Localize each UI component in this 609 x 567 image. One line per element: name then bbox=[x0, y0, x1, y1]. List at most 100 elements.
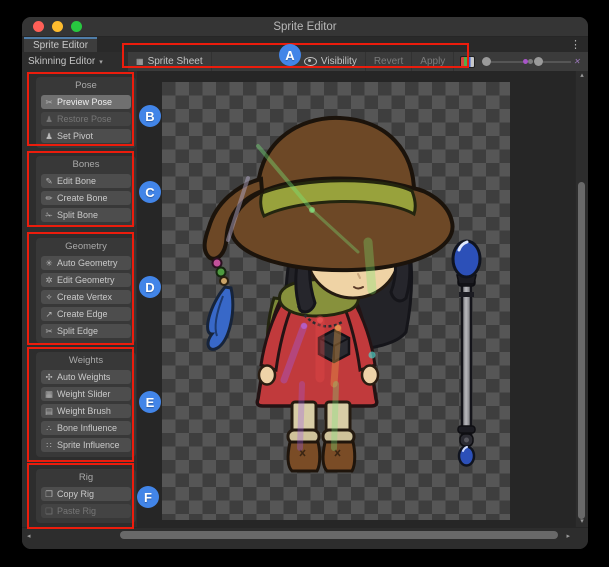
create-bone-icon: ✏ bbox=[44, 193, 54, 204]
slider-track[interactable] bbox=[543, 61, 571, 63]
create-vertex-icon: ✧ bbox=[44, 292, 54, 303]
scroll-down-icon[interactable]: ▾ bbox=[576, 518, 588, 526]
button-label: Set Pivot bbox=[57, 131, 93, 141]
button-label: Preview Pose bbox=[57, 97, 112, 107]
tool-sidebar: Pose ✂ Preview Pose ♟ Restore Pose ♟ Set… bbox=[22, 71, 137, 527]
chevron-down-icon: ▾ bbox=[99, 58, 103, 66]
toolbar-strip: ▦ Sprite Sheet Visibility Revert Apply bbox=[128, 52, 588, 71]
button-label: Restore Pose bbox=[57, 114, 112, 124]
edit-bone-icon: ✎ bbox=[44, 176, 54, 187]
button-label: Sprite Influence bbox=[57, 440, 120, 450]
bone-influence-icon: ∴ bbox=[44, 423, 54, 434]
button-label: Split Edge bbox=[57, 326, 98, 336]
button-label: Auto Weights bbox=[57, 372, 110, 382]
panel-title: Bones bbox=[36, 158, 136, 171]
zoom-window-button[interactable] bbox=[71, 21, 82, 32]
overlay-slider-zone: ✕ bbox=[454, 52, 588, 71]
copy-rig-button[interactable]: ❐ Copy Rig bbox=[41, 487, 131, 501]
auto-geometry-button[interactable]: ✳ Auto Geometry bbox=[41, 256, 131, 270]
vertical-scrollbar-thumb[interactable] bbox=[578, 182, 585, 519]
create-edge-button[interactable]: ↗ Create Edge bbox=[41, 307, 131, 321]
color-overlay-toggle-icon[interactable] bbox=[460, 56, 475, 68]
edit-bone-button[interactable]: ✎ Edit Bone bbox=[41, 174, 131, 188]
horizontal-scrollbar-thumb[interactable] bbox=[120, 531, 558, 539]
panel-title: Pose bbox=[36, 79, 136, 92]
button-label: Split Bone bbox=[57, 210, 98, 220]
preview-pose-button[interactable]: ✂ Preview Pose bbox=[41, 95, 131, 109]
paste-rig-button[interactable]: ❑ Paste Rig bbox=[41, 504, 131, 518]
scroll-right-icon[interactable]: ▸ bbox=[566, 528, 570, 543]
sprite-canvas[interactable] bbox=[137, 71, 575, 527]
close-window-button[interactable] bbox=[33, 21, 44, 32]
restore-pose-icon: ♟ bbox=[44, 114, 54, 125]
preview-pose-icon: ✂ bbox=[44, 97, 54, 108]
button-label: Edit Bone bbox=[57, 176, 96, 186]
tab-bar: Sprite Editor ⋮ bbox=[22, 37, 588, 52]
button-label: Paste Rig bbox=[57, 506, 96, 516]
editor-mode-label: Skinning Editor bbox=[28, 56, 95, 67]
split-edge-icon: ✂ bbox=[44, 326, 54, 337]
weight-overlay-icon bbox=[523, 57, 534, 66]
sprite-sheet-button[interactable]: ▦ Sprite Sheet bbox=[128, 52, 212, 71]
apply-label: Apply bbox=[420, 56, 445, 67]
pose-panel: Pose ✂ Preview Pose ♟ Restore Pose ♟ Set… bbox=[36, 77, 136, 148]
main-area: Pose ✂ Preview Pose ♟ Restore Pose ♟ Set… bbox=[22, 71, 588, 527]
button-label: Auto Geometry bbox=[57, 258, 118, 268]
sprite-editor-window: Sprite Editor Sprite Editor ⋮ Skinning E… bbox=[22, 17, 588, 549]
edit-geometry-button[interactable]: ✲ Edit Geometry bbox=[41, 273, 131, 287]
visibility-button[interactable]: Visibility bbox=[296, 52, 366, 71]
split-bone-button[interactable]: ✁ Split Bone bbox=[41, 208, 131, 222]
window-title: Sprite Editor bbox=[22, 21, 588, 33]
toolbar-spacer bbox=[212, 52, 296, 71]
kebab-menu-icon[interactable]: ⋮ bbox=[570, 37, 581, 52]
restore-pose-button[interactable]: ♟ Restore Pose bbox=[41, 112, 131, 126]
minimize-window-button[interactable] bbox=[52, 21, 63, 32]
weight-slider-button[interactable]: ▦ Weight Slider bbox=[41, 387, 131, 401]
revert-label: Revert bbox=[374, 56, 403, 67]
geometry-panel: Geometry ✳ Auto Geometry ✲ Edit Geometry… bbox=[36, 238, 136, 343]
set-pivot-button[interactable]: ♟ Set Pivot bbox=[41, 129, 131, 143]
weight-brush-button[interactable]: ▤ Weight Brush bbox=[41, 404, 131, 418]
button-label: Create Vertex bbox=[57, 292, 112, 302]
button-label: Bone Influence bbox=[57, 423, 117, 433]
auto-weights-icon: ✣ bbox=[44, 372, 54, 383]
create-edge-icon: ↗ bbox=[44, 309, 54, 320]
revert-button[interactable]: Revert bbox=[366, 52, 412, 71]
slider-track[interactable] bbox=[491, 61, 523, 63]
overlay-end-icon: ✕ bbox=[573, 57, 582, 66]
split-edge-button[interactable]: ✂ Split Edge bbox=[41, 324, 131, 338]
bone-influence-button[interactable]: ∴ Bone Influence bbox=[41, 421, 131, 435]
panel-title: Rig bbox=[36, 471, 136, 484]
sprite-influence-button[interactable]: ∷ Sprite Influence bbox=[41, 438, 131, 452]
tab-sprite-editor[interactable]: Sprite Editor bbox=[24, 37, 97, 52]
scroll-left-icon[interactable]: ◂ bbox=[27, 528, 31, 543]
editor-mode-dropdown[interactable]: Skinning Editor ▾ bbox=[22, 52, 128, 71]
character-artwork bbox=[205, 118, 453, 471]
visibility-label: Visibility bbox=[321, 56, 357, 67]
split-bone-icon: ✁ bbox=[44, 210, 54, 221]
button-label: Weight Slider bbox=[57, 389, 110, 399]
auto-weights-button[interactable]: ✣ Auto Weights bbox=[41, 370, 131, 384]
apply-button[interactable]: Apply bbox=[412, 52, 454, 71]
copy-rig-icon: ❐ bbox=[44, 489, 54, 500]
toolbar: Skinning Editor ▾ ▦ Sprite Sheet Visibil… bbox=[22, 52, 588, 71]
paste-rig-icon: ❑ bbox=[44, 506, 54, 517]
rig-panel: Rig ❐ Copy Rig ❑ Paste Rig bbox=[36, 469, 136, 523]
edit-geometry-icon: ✲ bbox=[44, 275, 54, 286]
button-label: Create Edge bbox=[57, 309, 108, 319]
scroll-up-icon[interactable]: ▴ bbox=[576, 72, 588, 80]
bones-panel: Bones ✎ Edit Bone ✏ Create Bone ✁ Split … bbox=[36, 156, 136, 227]
sprite-opacity-slider-handle[interactable] bbox=[482, 57, 491, 66]
weight-opacity-slider-handle[interactable] bbox=[534, 57, 543, 66]
vertical-scrollbar[interactable]: ▴ ▾ bbox=[575, 71, 588, 527]
weight-brush-icon: ▤ bbox=[44, 406, 54, 417]
sprite-sheet-icon: ▦ bbox=[136, 57, 144, 66]
create-bone-button[interactable]: ✏ Create Bone bbox=[41, 191, 131, 205]
create-vertex-button[interactable]: ✧ Create Vertex bbox=[41, 290, 131, 304]
traffic-lights bbox=[33, 21, 82, 32]
sprite-influence-icon: ∷ bbox=[44, 440, 54, 451]
horizontal-scrollbar[interactable]: ◂ ▸ bbox=[22, 527, 588, 543]
staff-sprite[interactable] bbox=[453, 241, 480, 466]
weight-slider-icon: ▦ bbox=[44, 389, 54, 400]
character-sprite[interactable] bbox=[162, 82, 510, 520]
